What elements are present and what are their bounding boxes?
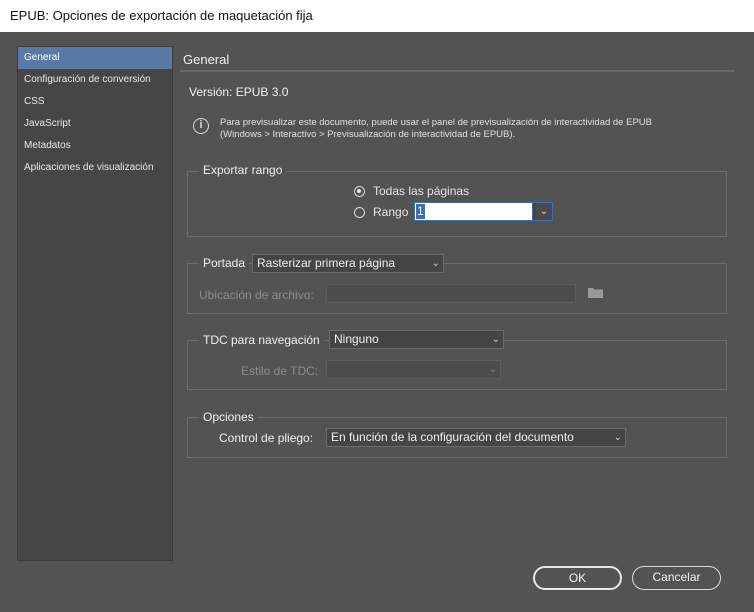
section-divider	[180, 70, 735, 72]
category-sidebar: General Configuración de conversión CSS …	[17, 46, 173, 561]
all-pages-option[interactable]: Todas las páginas	[354, 184, 469, 198]
sidebar-item-metadata[interactable]: Metadatos	[18, 135, 172, 157]
info-text: Para previsualizar este documento, puede…	[220, 117, 720, 141]
options-legend: Opciones	[199, 410, 258, 424]
info-icon: i	[193, 118, 209, 134]
toc-value: Ninguno	[334, 332, 379, 346]
chevron-down-icon[interactable]: ⌄	[536, 203, 552, 220]
sidebar-item-css[interactable]: CSS	[18, 91, 172, 113]
chevron-down-icon: ⌄	[431, 258, 440, 269]
sidebar-item-general[interactable]: General	[18, 47, 172, 69]
range-label: Rango	[373, 205, 409, 219]
spread-control-select[interactable]: En función de la configuración del docum…	[326, 428, 626, 447]
chevron-down-icon: ⌄	[491, 334, 500, 345]
cancel-button[interactable]: Cancelar	[632, 566, 721, 590]
file-location-field	[326, 284, 576, 303]
spread-control-label: Control de pliego:	[219, 431, 314, 445]
range-radio[interactable]	[354, 206, 365, 218]
file-location-label: Ubicación de archivo:	[199, 288, 314, 302]
export-range-legend: Exportar rango	[199, 163, 287, 177]
all-pages-radio[interactable]	[354, 185, 365, 197]
cover-value: Rasterizar primera página	[257, 256, 396, 270]
sidebar-item-conversion-settings[interactable]: Configuración de conversión	[18, 69, 172, 91]
spread-control-value: En función de la configuración del docum…	[331, 430, 574, 444]
range-option[interactable]: Rango	[354, 205, 408, 219]
cover-label: Portada	[199, 256, 250, 270]
section-title: General	[183, 52, 230, 67]
toc-style-select: ⌄	[326, 360, 501, 379]
folder-icon	[588, 288, 603, 298]
info-line-1: Para previsualizar este documento, puede…	[220, 117, 652, 128]
chevron-down-icon: ⌄	[488, 364, 497, 375]
cover-select[interactable]: Rasterizar primera página ⌄	[252, 254, 444, 273]
range-input[interactable]: 1	[415, 203, 533, 220]
toc-label: TDC para navegación	[199, 333, 324, 347]
toc-style-label: Estilo de TDC:	[241, 364, 319, 378]
toc-select[interactable]: Ninguno ⌄	[329, 330, 504, 349]
info-line-2: (Windows > Interactivo > Previsualizació…	[220, 129, 516, 140]
sidebar-item-javascript[interactable]: JavaScript	[18, 113, 172, 135]
all-pages-label: Todas las páginas	[373, 184, 470, 198]
epub-version: Versión: EPUB 3.0	[189, 85, 289, 99]
range-combobox[interactable]: 1 ⌄	[414, 202, 553, 221]
ok-button[interactable]: OK	[533, 566, 622, 590]
sidebar-item-viewing-apps[interactable]: Aplicaciones de visualización	[18, 157, 172, 179]
export-dialog: EPUB: Opciones de exportación de maqueta…	[0, 0, 754, 612]
dialog-title: EPUB: Opciones de exportación de maqueta…	[0, 0, 754, 32]
chevron-down-icon: ⌄	[613, 432, 622, 443]
